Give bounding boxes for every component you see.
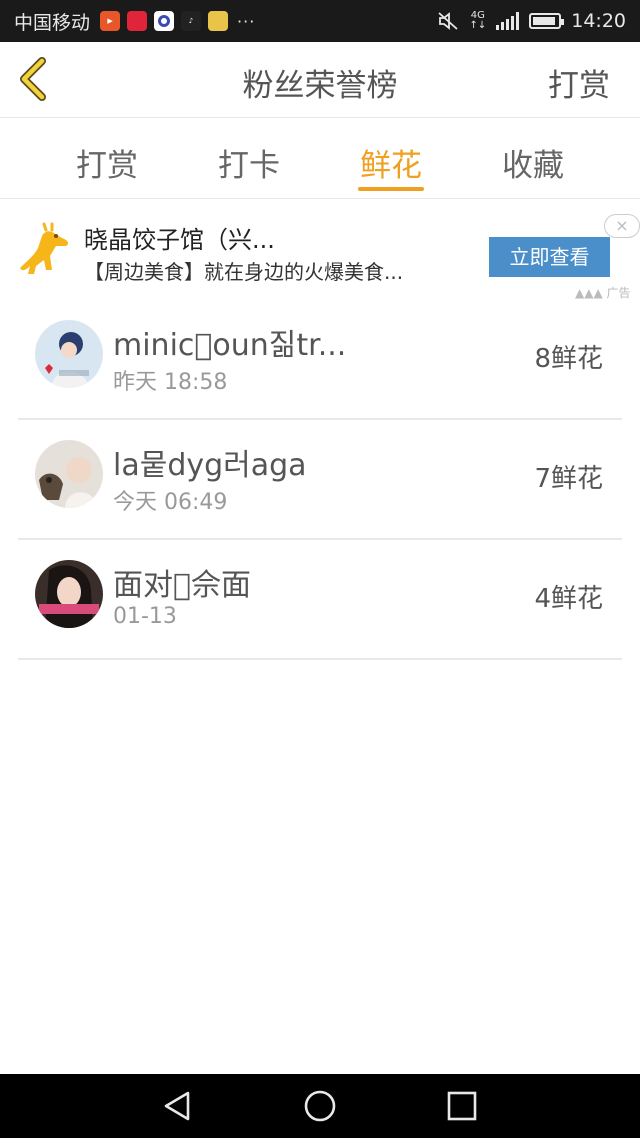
circle-app-icon — [154, 11, 175, 31]
avatar — [35, 440, 103, 508]
flower-count: 7鲜花 — [534, 464, 603, 494]
clock: 14:20 — [571, 10, 626, 32]
tab-checkin[interactable]: 打卡 — [194, 140, 304, 185]
carrier-name: 中国移动 — [14, 11, 91, 34]
battery-icon — [529, 13, 565, 29]
ad-description: 【周边美食】就在身边的火爆美食... — [84, 260, 404, 284]
flower-count: 4鲜花 — [534, 584, 603, 614]
tab-favorites[interactable]: 收藏 — [478, 140, 588, 185]
fan-list: minic𮉈oun짊tr... 昨天 18:58 8鲜花 la뭍dyg러aga … — [0, 300, 640, 660]
recents-square-icon[interactable] — [444, 1088, 480, 1124]
ad-title: 晓晶饺子馆（兴... — [84, 226, 275, 254]
ad-banner[interactable]: 晓晶饺子馆（兴... 【周边美食】就在身边的火爆美食... 立即查看 × ▲▲▲… — [0, 200, 640, 300]
avatar — [35, 320, 103, 388]
flower-count: 8鲜花 — [534, 344, 603, 374]
mute-icon — [438, 12, 459, 30]
signal-icon — [496, 12, 520, 30]
giraffe-logo-icon — [20, 222, 69, 274]
fan-time: 昨天 18:58 — [113, 370, 228, 395]
fan-time: 01-13 — [113, 604, 177, 629]
battery-level — [533, 17, 555, 25]
ad-label: ▲▲▲ 广告 — [575, 286, 631, 300]
back-triangle-icon[interactable] — [160, 1088, 196, 1124]
more-notifications-icon: ··· — [237, 11, 256, 31]
list-item[interactable]: la뭍dyg러aga 今天 06:49 7鲜花 — [0, 420, 640, 540]
tab-bar: 打赏 打卡 鲜花 收藏 — [0, 118, 640, 199]
xiaohongshu-app-icon — [127, 11, 148, 31]
network-type: 4G ↑↓ — [469, 10, 487, 31]
music-app-icon: ♪ — [181, 11, 202, 31]
status-bar: 中国移动 ▶ ♪ ··· 4G ↑↓ 14:20 — [0, 0, 640, 42]
list-item[interactable]: 面对𠃧佘面 01-13 4鲜花 — [0, 540, 640, 660]
fan-name: 面对𠃧佘面 — [113, 568, 252, 603]
tab-tip[interactable]: 打赏 — [52, 140, 162, 185]
tip-button[interactable]: 打赏 — [548, 60, 610, 105]
page-title: 粉丝荣誉榜 — [242, 68, 398, 104]
list-item[interactable]: minic𮉈oun짊tr... 昨天 18:58 8鲜花 — [0, 300, 640, 420]
active-tab-indicator — [358, 187, 424, 191]
ad-close-button[interactable]: × — [604, 214, 640, 238]
fan-name: la뭍dyg러aga — [113, 448, 307, 483]
duck-app-icon — [208, 11, 229, 31]
ad-view-button[interactable]: 立即查看 — [489, 237, 610, 277]
fan-time: 今天 06:49 — [113, 490, 228, 515]
home-circle-icon[interactable] — [302, 1088, 338, 1124]
avatar — [35, 560, 103, 628]
fan-name: minic𮉈oun짊tr... — [113, 328, 347, 363]
system-nav-bar — [0, 1074, 640, 1138]
video-app-icon: ▶ — [100, 11, 121, 31]
tab-flowers[interactable]: 鲜花 — [336, 140, 446, 185]
divider — [18, 658, 622, 660]
app-header: 粉丝荣誉榜 打赏 — [0, 42, 640, 118]
